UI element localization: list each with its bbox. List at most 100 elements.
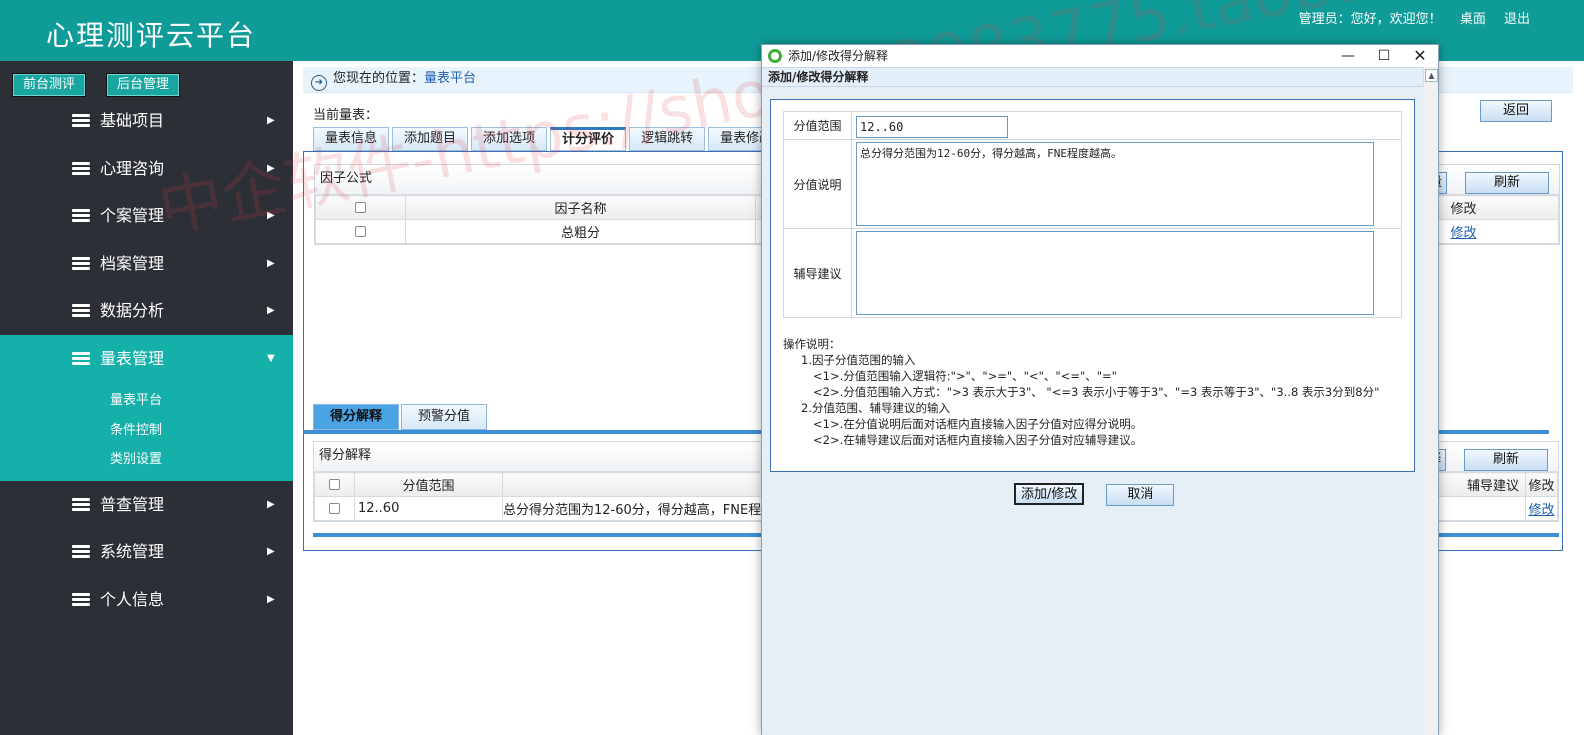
chevron-right-icon: ▶	[267, 115, 275, 126]
col-advice: 辅导建议	[1430, 472, 1526, 497]
chevron-right-icon: ▶	[267, 498, 275, 510]
stack-icon	[72, 209, 90, 223]
range-input[interactable]: 12..60	[856, 115, 1008, 138]
sidebar-item-case[interactable]: 个案管理 ▶	[0, 192, 293, 240]
select-all-checkbox[interactable]	[355, 202, 366, 213]
notes-line: 1.因子分值范围的输入	[801, 353, 916, 367]
scroll-up-icon[interactable]: ▲	[1425, 69, 1438, 82]
sidebar: 前台测评 后台管理 基础项目 ▶ 心理咨询 ▶ 个案管理 ▶ 档案管理 ▶ 数据分析 ▶ 量…	[0, 61, 293, 735]
factor-name-cell: 总粗分	[405, 219, 756, 244]
instructions: 操作说明： 1.因子分值范围的输入 <1>.分值范围输入逻辑符:">"、">="…	[783, 336, 1403, 448]
row-check-cell	[315, 219, 406, 244]
breadcrumb-link[interactable]: 量表平台	[424, 71, 476, 86]
sidebar-item-archive[interactable]: 档案管理 ▶	[0, 240, 293, 288]
tab-add-question[interactable]: 添加题目	[392, 127, 469, 151]
stack-icon	[72, 351, 90, 366]
ie-icon	[768, 49, 782, 63]
notes-line: <2>.在辅导建议后面对话框内直接输入因子分值对应辅导建议。	[813, 433, 1143, 447]
close-icon[interactable]: ✕	[1410, 45, 1430, 67]
current-scale-label: 当前量表：	[313, 108, 379, 123]
desc-textarea[interactable]: 总分得分范围为12-60分，得分越高，FNE程度越高。	[856, 142, 1374, 226]
chevron-down-icon: ▼	[267, 352, 275, 364]
range-row: 分值范围 12..60	[783, 111, 1402, 140]
subitem-condition[interactable]: 条件控制	[0, 416, 293, 446]
stack-icon	[72, 592, 90, 607]
tab-warning-value[interactable]: 预警分值	[401, 404, 488, 430]
dialog-body: 分值范围 12..60 分值说明 总分得分范围为12-60分，得分越高，FNE程…	[762, 87, 1424, 735]
col-factor-name: 因子名称	[405, 195, 756, 220]
range-cell: 12..60	[354, 496, 503, 521]
tab-scale-info[interactable]: 量表信息	[313, 127, 390, 151]
tab-add-option[interactable]: 添加选项	[471, 127, 548, 151]
minimize-icon[interactable]: —	[1338, 45, 1358, 67]
advice-row: 辅导建议	[783, 228, 1402, 318]
sidebar-item-label: 个人信息	[100, 589, 165, 609]
select-all-cell	[314, 472, 355, 497]
sidebar-item-label: 系统管理	[100, 542, 165, 561]
arrow-right-icon: ➜	[311, 75, 327, 91]
subitem-scale-platform[interactable]: 量表平台	[0, 386, 293, 416]
breadcrumb-prefix: 您现在的位置：	[333, 71, 425, 86]
notes-line: 2.分值范围、辅导建议的输入	[801, 401, 950, 415]
sidebar-item-consult[interactable]: 心理咨询 ▶	[0, 145, 293, 193]
notes-line: <1>.在分值说明后面对话框内直接输入因子分值对应得分说明。	[813, 417, 1143, 431]
cancel-button[interactable]: 取消	[1106, 484, 1175, 506]
advice-label: 辅导建议	[783, 228, 852, 318]
dialog-header: 添加/修改得分解释	[762, 67, 1438, 87]
select-all-checkbox[interactable]	[329, 479, 340, 490]
submit-button[interactable]: 添加/修改	[1014, 483, 1085, 505]
tab-score-explain[interactable]: 得分解释	[313, 404, 400, 430]
sidebar-item-label: 数据分析	[100, 301, 165, 320]
notes-line: <1>.分值范围输入逻辑符:">"、">="、"<"、"<="、"="	[813, 369, 1117, 383]
app-title: 心理测评云平台	[46, 19, 257, 52]
factor-refresh-button[interactable]: 刷新	[1464, 172, 1549, 194]
edit-link[interactable]: 修改	[1528, 503, 1554, 518]
sidebar-item-profile[interactable]: 个人信息 ▶	[0, 576, 293, 624]
edit-link[interactable]: 修改	[1450, 226, 1476, 241]
select-all-cell	[315, 195, 406, 220]
sidebar-item-label: 基础项目	[100, 111, 165, 130]
backend-button[interactable]: 后台管理	[106, 73, 181, 97]
user-bar: 管理员：您好，欢迎您！ 桌面 退出	[1285, 8, 1530, 27]
dialog-buttons: 添加/修改 取消	[1014, 483, 1196, 506]
score-refresh-button[interactable]: 刷新	[1463, 449, 1548, 471]
score-title: 得分解释	[319, 448, 372, 463]
back-button[interactable]: 返回	[1479, 100, 1552, 122]
sidebar-item-analysis[interactable]: 数据分析 ▶	[0, 287, 293, 335]
advice-textarea[interactable]	[856, 231, 1374, 315]
desktop-link[interactable]: 桌面	[1460, 12, 1486, 27]
score-tabs: 得分解释 预警分值	[313, 404, 489, 430]
desc-row: 分值说明 总分得分范围为12-60分，得分越高，FNE程度越高。	[783, 139, 1402, 229]
col-range: 分值范围	[354, 472, 503, 497]
subitem-category[interactable]: 类别设置	[0, 445, 293, 475]
tab-scoring[interactable]: 计分评价	[550, 127, 627, 151]
stack-icon	[72, 114, 90, 128]
sidebar-item-scale[interactable]: 量表管理 ▼	[0, 334, 293, 382]
dialog-scrollbar[interactable]: ▲	[1423, 67, 1438, 735]
advice-cell	[1430, 496, 1526, 521]
frontend-button[interactable]: 前台测评	[12, 73, 87, 97]
mode-switch: 前台测评 后台管理	[12, 73, 200, 97]
stack-icon	[72, 545, 90, 559]
dialog-titlebar: 添加/修改得分解释 — ☐ ✕	[762, 45, 1438, 67]
desc-label: 分值说明	[783, 139, 852, 229]
advice-value-cell	[851, 228, 1402, 318]
row-checkbox[interactable]	[329, 503, 340, 514]
row-checkbox[interactable]	[355, 226, 366, 237]
factor-title: 因子公式	[320, 171, 373, 186]
stack-icon	[72, 497, 90, 512]
chevron-right-icon: ▶	[267, 257, 275, 269]
sidebar-item-basic[interactable]: 基础项目 ▶	[0, 97, 293, 145]
notes-title: 操作说明：	[783, 337, 841, 351]
tab-logic-jump[interactable]: 逻辑跳转	[629, 127, 706, 151]
logout-link[interactable]: 退出	[1504, 12, 1530, 27]
dialog-window-title: 添加/修改得分解释	[788, 49, 889, 63]
notes-line: <2>.分值范围输入方式：">3 表示大于3"、 "<=3 表示小于等于3"、"…	[813, 385, 1380, 399]
sidebar-item-survey[interactable]: 普查管理 ▶	[0, 481, 293, 529]
sidebar-item-system[interactable]: 系统管理 ▶	[0, 528, 293, 576]
sidebar-item-label: 普查管理	[100, 494, 165, 514]
row-check-cell	[314, 496, 355, 521]
chevron-right-icon: ▶	[267, 210, 275, 221]
sidebar-item-label: 个案管理	[100, 206, 165, 225]
maximize-icon[interactable]: ☐	[1374, 45, 1394, 67]
